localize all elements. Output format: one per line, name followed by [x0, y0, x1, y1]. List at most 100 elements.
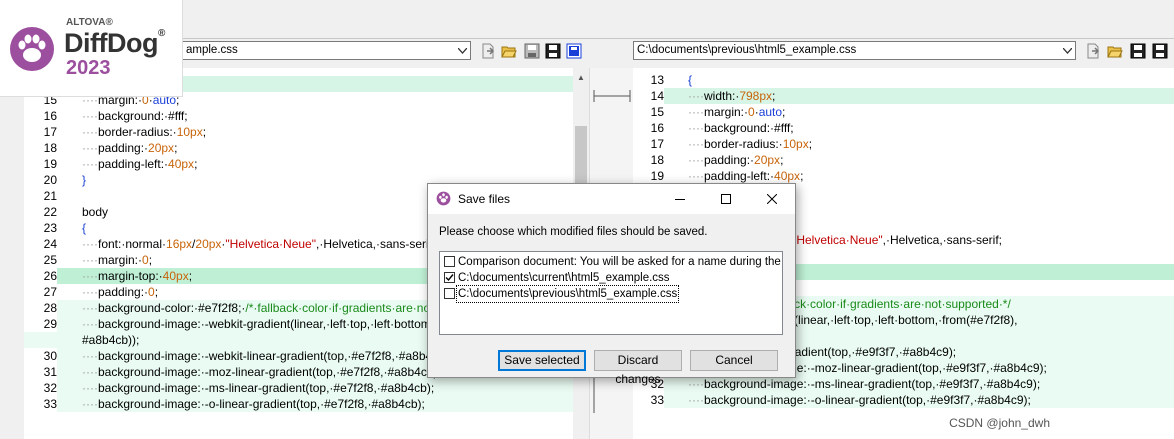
- code-token: 0: [748, 105, 755, 119]
- code-token: }: [82, 173, 87, 187]
- left-path-text: ample.css: [186, 44, 238, 56]
- diffdog-logo: ALTOVA® DiffDog® 2023: [0, 0, 183, 97]
- code-text: ····background-image:·-o-linear-gradient…: [688, 392, 1031, 408]
- save-as-icon[interactable]: [1152, 43, 1168, 59]
- cancel-button[interactable]: Cancel: [690, 350, 778, 371]
- code-line[interactable]: 17 ····border-radius:·10px;: [633, 136, 1174, 152]
- chevron-down-icon[interactable]: [453, 42, 470, 59]
- code-token: ····: [82, 269, 98, 283]
- code-token: background-image:·-ms-linear-gradient(to…: [97, 381, 435, 395]
- code-line[interactable]: 17 ····border-radius:·10px;: [24, 124, 573, 140]
- line-number: 26: [24, 268, 57, 284]
- checkbox-current[interactable]: [444, 272, 455, 283]
- code-text: ····padding:·0;: [82, 284, 158, 300]
- code-token: ····: [688, 89, 704, 103]
- code-token: padding-left:·: [97, 157, 169, 171]
- code-token: background:·#fff;: [703, 121, 794, 135]
- list-item[interactable]: C:\documents\previous\html5_example.css: [440, 285, 782, 303]
- right-path-combobox[interactable]: C:\documents\previous\html5_example.css: [633, 41, 1076, 60]
- code-token: margin:·: [703, 105, 748, 119]
- code-token: ····: [82, 237, 98, 251]
- code-token: border-radius:·: [703, 137, 783, 151]
- list-item-label: Comparison document: You will be asked f…: [458, 256, 783, 268]
- code-token: ;: [148, 253, 153, 267]
- code-token: 10px: [782, 137, 809, 151]
- scroll-up-arrow-icon[interactable]: ▲: [577, 73, 585, 82]
- open-folder-icon[interactable]: [1107, 43, 1123, 59]
- code-token: ;: [780, 153, 784, 167]
- line-number: 15: [633, 104, 664, 120]
- code-text: }: [82, 172, 86, 188]
- list-item[interactable]: Comparison document: You will be asked f…: [440, 254, 783, 270]
- code-token: "Helvetica·Neue": [225, 237, 316, 251]
- line-number: 19: [24, 156, 57, 172]
- code-text: ····background-image:·-moz-linear-gradie…: [82, 364, 441, 380]
- line-number: 16: [633, 120, 664, 136]
- code-token: ;: [202, 125, 207, 139]
- save-icon[interactable]: [524, 43, 540, 59]
- code-line[interactable]: 18 ····padding:·20px;: [24, 140, 573, 156]
- code-line[interactable]: 32····background-image:·-ms-linear-gradi…: [24, 380, 573, 396]
- minimize-button[interactable]: [657, 184, 703, 214]
- checkbox-comparison[interactable]: [444, 256, 455, 267]
- code-line[interactable]: 15 ····margin:·0·auto;: [633, 104, 1174, 120]
- code-token: ····: [82, 285, 98, 299]
- maximize-button[interactable]: [703, 184, 749, 214]
- code-line[interactable]: 16 ····background:·#fff;: [633, 120, 1174, 136]
- left-path-combobox[interactable]: ample.css: [182, 41, 471, 60]
- app-icon: [436, 191, 451, 206]
- dialog-prompt: Please choose which modified files shoul…: [439, 226, 708, 238]
- code-token: padding:·: [97, 141, 149, 155]
- code-text: ····padding:·20px;: [82, 140, 177, 156]
- line-number: 17: [24, 124, 57, 140]
- list-item[interactable]: C:\documents\current\html5_example.css: [440, 270, 782, 286]
- product-year: 2023: [66, 57, 111, 79]
- refresh-file-icon[interactable]: [1085, 43, 1101, 59]
- code-line[interactable]: 33 ····background-image:·-o-linear-gradie…: [24, 396, 573, 412]
- code-token: {: [82, 221, 87, 235]
- code-line[interactable]: 32····background-image:·-ms-linear-gradi…: [633, 376, 1174, 392]
- code-line[interactable]: 14 ····width:·798px;: [633, 88, 1174, 104]
- dialog-titlebar: Save files: [428, 184, 795, 214]
- code-token: background-image:·-o-linear-gradient(top…: [97, 397, 425, 411]
- save-selected-button[interactable]: Save selected: [498, 350, 586, 371]
- code-token: background-image:·-moz-linear-gradient(t…: [97, 365, 441, 379]
- code-token: ····: [82, 365, 98, 379]
- code-text: ····background:·#fff;: [82, 108, 188, 124]
- registered-mark: ®: [157, 28, 165, 39]
- code-token: ;: [194, 157, 198, 171]
- code-text: ····margin:·0·auto;: [688, 104, 785, 120]
- code-token: ;: [800, 169, 804, 183]
- refresh-file-icon[interactable]: [480, 43, 496, 59]
- code-line[interactable]: 13 {: [633, 72, 1174, 88]
- code-line[interactable]: 16 ····background:·#fff;: [24, 108, 573, 124]
- code-token: auto: [758, 105, 783, 119]
- checkbox-previous[interactable]: [444, 288, 455, 299]
- code-line[interactable]: 18 ····padding:·20px;: [633, 152, 1174, 168]
- line-number: 19: [633, 168, 664, 184]
- code-line[interactable]: 19 ····padding-left:·40px;: [633, 168, 1174, 184]
- code-token: ,·Helvetica,·sans-serif;: [315, 237, 436, 251]
- chevron-down-icon[interactable]: [1058, 42, 1075, 59]
- code-line[interactable]: 33 ····background-image:·-o-linear-gradie…: [633, 392, 1174, 408]
- open-folder-icon[interactable]: [501, 43, 517, 59]
- code-token: "Helvetica·Neue": [792, 233, 883, 247]
- discard-changes-button[interactable]: Discard changes: [594, 350, 682, 386]
- code-token: {: [688, 73, 693, 87]
- code-line[interactable]: 19 ····padding-left:·40px;: [24, 156, 573, 172]
- save-all-icon[interactable]: [566, 43, 582, 59]
- line-number: 16: [24, 108, 57, 124]
- code-token: ;: [154, 285, 159, 299]
- close-button[interactable]: [749, 184, 795, 214]
- code-token: ;: [174, 141, 178, 155]
- line-number: 13: [633, 72, 664, 88]
- code-token: background-image:·-ms-linear-gradient(to…: [703, 377, 1041, 391]
- code-token: ····: [688, 105, 704, 119]
- code-token: ····: [82, 317, 98, 331]
- code-token: width:·: [703, 89, 740, 103]
- code-token: ····: [688, 393, 704, 407]
- code-token: padding-left:·: [703, 169, 775, 183]
- file-checklist[interactable]: Comparison document: You will be asked f…: [439, 251, 783, 335]
- save-icon[interactable]: [1130, 43, 1146, 59]
- save-as-icon[interactable]: [545, 43, 561, 59]
